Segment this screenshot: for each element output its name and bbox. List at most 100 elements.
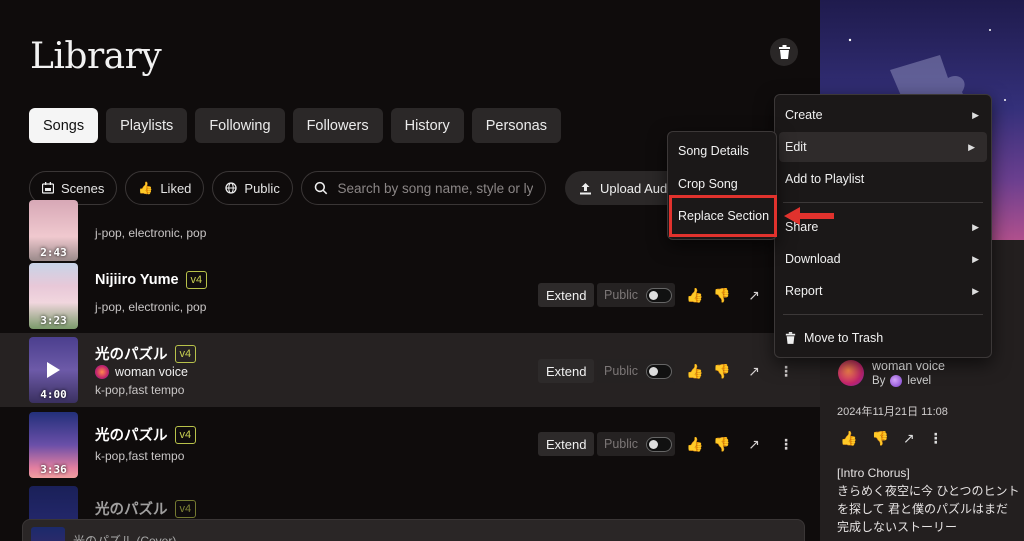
tab-following[interactable]: Following <box>195 108 285 143</box>
liked-label: Liked <box>160 180 192 196</box>
dislike-icon[interactable]: 👎 <box>713 362 731 380</box>
song-style: j-pop, electronic, pop <box>95 300 207 314</box>
menu-item-report[interactable]: Report ▶ <box>775 276 991 306</box>
tab-songs[interactable]: Songs <box>29 108 99 143</box>
like-icon[interactable]: 👍 <box>686 362 704 380</box>
version-badge: v4 <box>174 425 197 444</box>
lyrics-line: [Intro Chorus] <box>837 466 910 480</box>
menu-item-label: Move to Trash <box>804 331 884 345</box>
extend-button[interactable]: Extend <box>538 432 595 456</box>
version-badge: v4 <box>174 499 197 518</box>
song-duration: 3:23 <box>40 314 67 327</box>
trash-icon <box>785 332 796 344</box>
song-thumbnail[interactable]: 4:00 <box>29 337 78 403</box>
like-icon[interactable]: 👍 <box>686 286 704 304</box>
tab-playlists[interactable]: Playlists <box>106 108 188 143</box>
public-toggle-label: Public <box>604 364 639 378</box>
public-toggle[interactable]: Public <box>597 359 675 383</box>
more-options-icon[interactable]: ⋮ <box>929 430 943 447</box>
artist-name[interactable]: woman voice <box>872 359 945 373</box>
share-icon[interactable]: ↗ <box>903 430 915 447</box>
more-options-icon[interactable]: ⋮ <box>777 362 795 380</box>
artist-avatar[interactable] <box>838 360 864 386</box>
menu-item-label: Create <box>785 108 823 122</box>
song-artist[interactable]: woman voice <box>95 365 188 379</box>
public-toggle[interactable]: Public <box>597 432 675 456</box>
chevron-right-icon: ▶ <box>972 109 979 120</box>
more-options-icon[interactable]: ⋮ <box>777 435 795 453</box>
trash-button[interactable] <box>770 38 798 66</box>
song-context-menu: Create ▶ Edit ▶ Add to Playlist Share ▶ Dow… <box>774 94 992 358</box>
menu-item-label: Report <box>785 284 823 298</box>
lyrics-line: 完成しないストーリー <box>837 520 958 534</box>
like-icon[interactable]: 👍 <box>840 430 857 447</box>
tab-followers[interactable]: Followers <box>292 108 383 143</box>
search-icon <box>314 181 328 195</box>
thumbs-up-icon: 👍 <box>138 181 154 195</box>
lyrics: [Intro Chorus] きらめく夜空に今 ひとつのヒントを探して 君と僕の… <box>837 464 1023 536</box>
menu-item-label: Edit <box>785 140 807 154</box>
upload-icon <box>580 182 591 194</box>
lyrics-line: きらめく夜空に今 ひとつのヒントを探して 君と僕のパズルはまだ <box>837 484 1020 516</box>
now-playing-bar[interactable]: 光のパズル (Cover) <box>22 519 805 541</box>
song-title[interactable]: 光のパズル <box>95 498 168 519</box>
song-style: j-pop, electronic, pop <box>95 226 207 240</box>
menu-item-create[interactable]: Create ▶ <box>775 100 991 130</box>
created-date: 2024年11月21日 11:08 <box>837 406 948 418</box>
song-title-wrap: 光のパズル v4 <box>95 343 197 364</box>
play-icon[interactable] <box>44 361 62 379</box>
menu-item-add-to-playlist[interactable]: Add to Playlist <box>775 164 991 194</box>
chevron-right-icon: ▶ <box>972 253 979 264</box>
chevron-right-icon: ▶ <box>968 141 975 152</box>
tab-history[interactable]: History <box>390 108 464 143</box>
share-icon[interactable]: ↗ <box>745 362 763 380</box>
tab-personas[interactable]: Personas <box>471 108 561 143</box>
song-title[interactable]: Nijiiro Yume <box>95 272 179 288</box>
toggle-switch[interactable] <box>646 287 673 303</box>
song-row[interactable]: 4:00 光のパズル v4 woman voice k-pop,fast tem… <box>0 333 820 407</box>
song-title[interactable]: 光のパズル <box>95 343 168 364</box>
dislike-icon[interactable]: 👎 <box>713 286 731 304</box>
dislike-icon[interactable]: 👎 <box>713 435 731 453</box>
menu-item-move-to-trash[interactable]: Move to Trash <box>775 323 991 353</box>
toggle-switch[interactable] <box>646 436 673 452</box>
song-thumbnail[interactable]: 3:36 <box>29 412 78 478</box>
like-icon[interactable]: 👍 <box>686 435 704 453</box>
song-thumbnail[interactable]: 3:23 <box>29 263 78 329</box>
creator-name[interactable]: level <box>907 375 931 387</box>
submenu-item-song-details[interactable]: Song Details <box>668 136 776 166</box>
player-artwork <box>31 527 65 541</box>
song-style: k-pop,fast tempo <box>95 383 185 397</box>
public-toggle[interactable]: Public <box>597 283 675 307</box>
song-duration: 4:00 <box>40 388 67 401</box>
version-badge: v4 <box>174 344 197 363</box>
extend-button[interactable]: Extend <box>538 359 595 383</box>
player-title: 光のパズル (Cover) <box>73 534 177 541</box>
search-input[interactable] <box>337 180 533 196</box>
toggle-switch[interactable] <box>646 363 673 379</box>
song-duration: 2:43 <box>40 246 67 259</box>
share-icon[interactable]: ↗ <box>745 286 763 304</box>
by-label: By <box>872 375 886 387</box>
dislike-icon[interactable]: 👎 <box>871 430 888 447</box>
submenu-item-label: Song Details <box>678 144 749 158</box>
menu-item-edit[interactable]: Edit ▶ <box>779 132 987 162</box>
chevron-right-icon: ▶ <box>972 285 979 296</box>
menu-divider <box>783 202 983 203</box>
song-duration: 3:36 <box>40 463 67 476</box>
creator-line: By level <box>872 375 931 387</box>
extend-button[interactable]: Extend <box>538 283 595 307</box>
upload-audio-label: Upload Audio <box>600 180 678 196</box>
song-row[interactable]: 3:23 Nijiiro Yume v4 j-pop, electronic, … <box>0 259 820 333</box>
chevron-right-icon: ▶ <box>972 221 979 232</box>
detail-actions: 👍 👎 ↗ ⋮ <box>840 430 943 447</box>
menu-item-download[interactable]: Download ▶ <box>775 244 991 274</box>
song-row[interactable]: 3:36 光のパズル v4 k-pop,fast tempo Extend Pu… <box>0 408 820 482</box>
song-style: k-pop,fast tempo <box>95 449 185 463</box>
song-title[interactable]: 光のパズル <box>95 424 168 445</box>
share-icon[interactable]: ↗ <box>745 435 763 453</box>
song-thumbnail[interactable]: 2:43 <box>29 200 78 261</box>
public-label: Public <box>244 180 280 196</box>
artist-avatar <box>95 365 109 379</box>
creator-avatar[interactable] <box>890 375 903 387</box>
